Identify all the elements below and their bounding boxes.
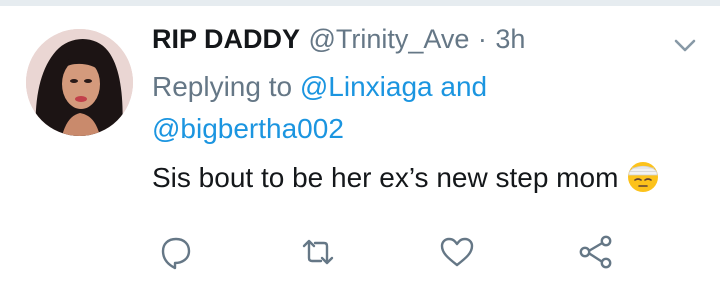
share-button[interactable] <box>576 232 616 272</box>
tweet-body: Sis bout to be her ex’s new step mom <box>152 162 619 193</box>
reply-button[interactable] <box>156 232 196 272</box>
mention-link[interactable]: @Linxiaga <box>300 71 433 102</box>
heart-icon <box>437 232 477 272</box>
share-icon <box>576 232 616 272</box>
replying-prefix: Replying to <box>152 71 293 102</box>
tweet-actions <box>0 232 720 272</box>
timestamp[interactable]: 3h <box>495 24 525 54</box>
avatar[interactable] <box>26 29 133 136</box>
like-button[interactable] <box>437 232 477 272</box>
replying-to-continued: @bigbertha002 <box>152 113 344 145</box>
handle[interactable]: @Trinity_Ave <box>308 24 469 54</box>
tweet-text: Sis bout to be her ex’s new step mom <box>152 160 660 194</box>
reply-bubble-icon <box>156 232 196 272</box>
retweet-button[interactable] <box>298 232 338 272</box>
chevron-down-icon[interactable] <box>671 36 699 56</box>
face-with-head-bandage-icon <box>626 160 660 194</box>
tweet-header: RIP DADDY @Trinity_Ave · 3h <box>152 24 525 64</box>
replying-to: Replying to @Linxiaga and <box>152 71 487 103</box>
mention-link[interactable]: @bigbertha002 <box>152 113 344 144</box>
top-divider <box>0 0 720 6</box>
reply-and: and <box>440 71 488 102</box>
separator: · <box>477 24 487 54</box>
retweet-icon <box>298 232 338 272</box>
display-name[interactable]: RIP DADDY <box>152 24 300 54</box>
